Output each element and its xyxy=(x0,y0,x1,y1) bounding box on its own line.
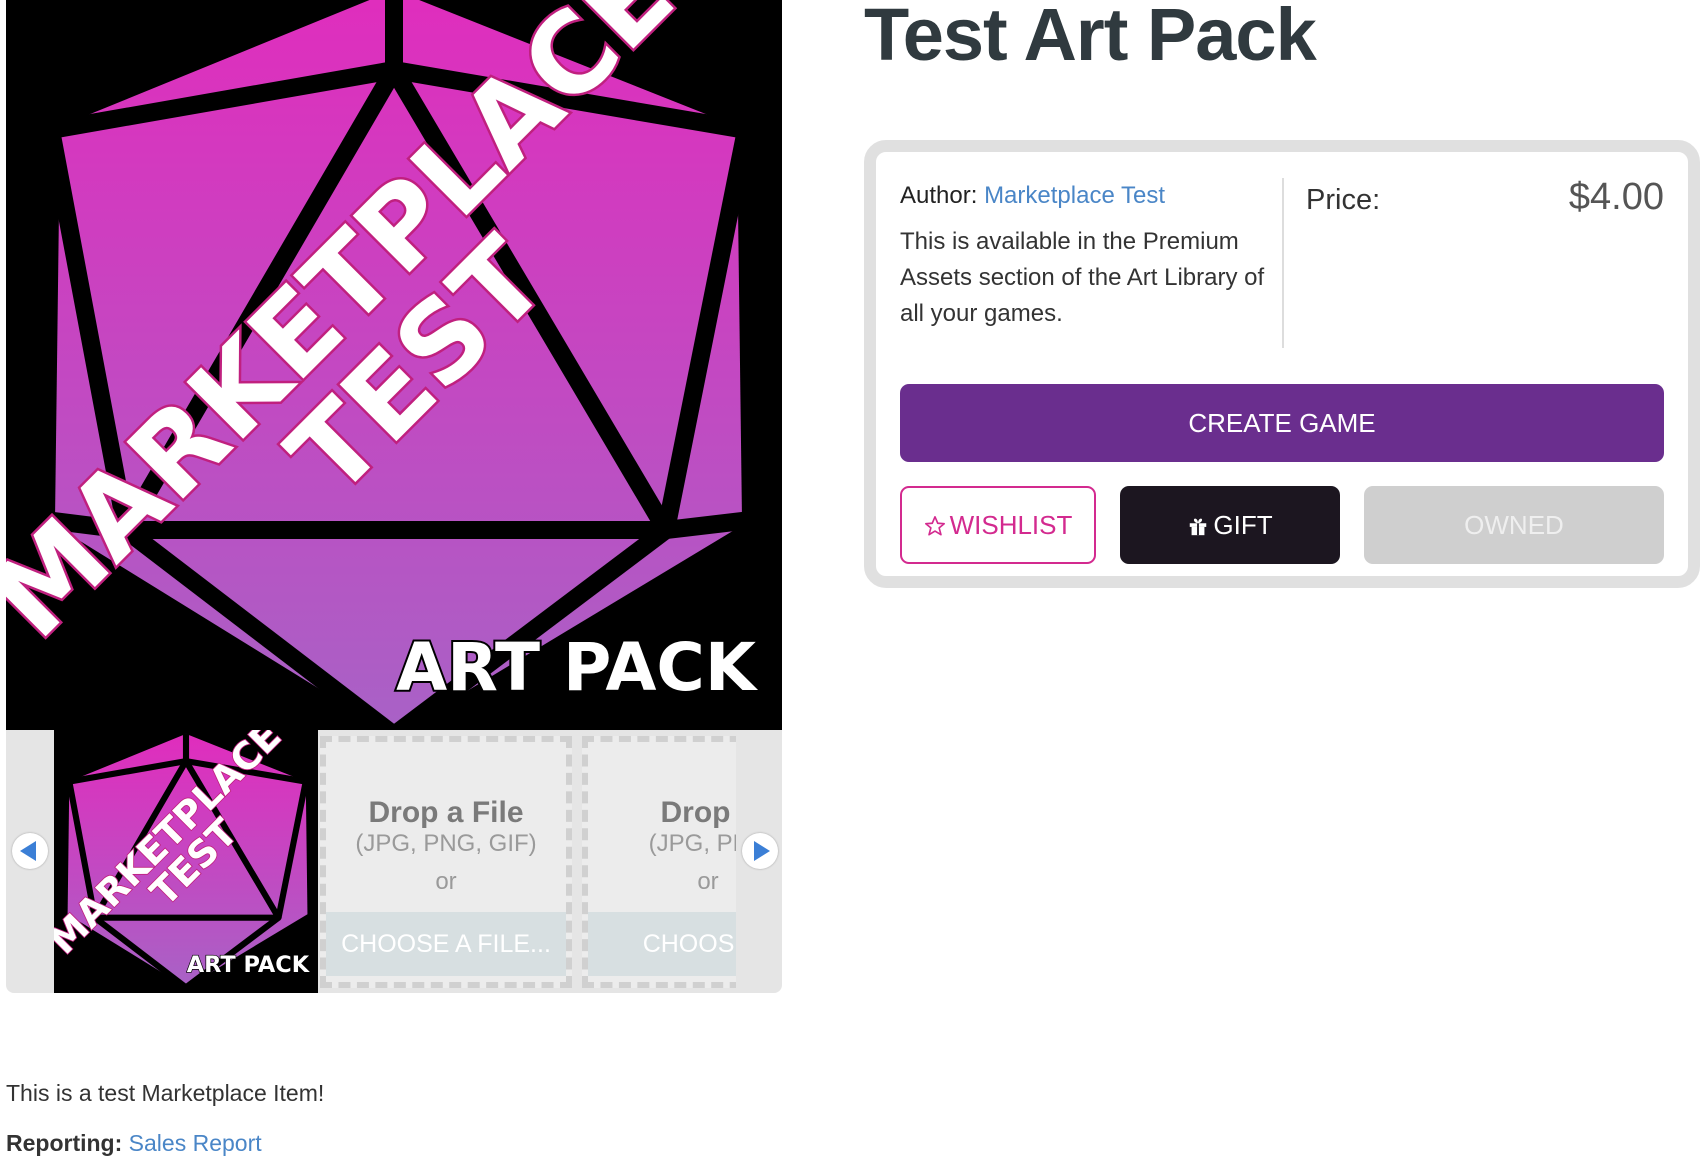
drop-zone-types: (JPG, PNG, GIF) xyxy=(355,830,537,857)
purchase-card: Author: Marketplace Test This is availab… xyxy=(864,140,1700,588)
owned-label: OWNED xyxy=(1464,510,1564,540)
drop-zone-types: (JPG, PNC xyxy=(648,830,736,857)
sales-report-link[interactable]: Sales Report xyxy=(129,1130,262,1156)
author-link[interactable]: Marketplace Test xyxy=(984,182,1165,209)
art-pack-thumbnail-artwork: MARKETPLACE TEST ART PACK xyxy=(54,730,318,990)
gift-button[interactable]: GIFT xyxy=(1120,486,1340,564)
image-carousel: MARKETPLACE TEST ART PACK Drop a File (J… xyxy=(6,730,782,993)
page-title: Test Art Pack xyxy=(864,0,1317,76)
availability-text: This is available in the Premium Assets … xyxy=(900,228,1265,327)
file-drop-zone-partial-clip: Drop a (JPG, PNC or CHOOSE A xyxy=(582,736,736,988)
product-info: Author: Marketplace Test This is availab… xyxy=(900,182,1270,332)
carousel-next-button[interactable] xyxy=(742,833,778,869)
file-drop-zone[interactable]: Drop a File (JPG, PNG, GIF) or CHOOSE A … xyxy=(320,736,572,988)
choose-file-button[interactable]: CHOOSE A FILE... xyxy=(326,912,566,976)
gift-label: GIFT xyxy=(1213,510,1273,540)
create-game-label: CREATE GAME xyxy=(1188,408,1376,438)
product-description: This is a test Marketplace Item! xyxy=(6,1080,325,1106)
drop-zone-or: or xyxy=(435,868,457,895)
author-label: Author: xyxy=(900,182,978,209)
art-pack-artwork: MARKETPLACE TEST ART PACK xyxy=(6,0,782,730)
carousel-prev-button[interactable] xyxy=(12,833,48,869)
price-value: $4.00 xyxy=(1568,176,1664,218)
drop-zone-or: or xyxy=(697,868,719,895)
author-line: Author: Marketplace Test xyxy=(900,182,1270,210)
wishlist-button[interactable]: WISHLIST xyxy=(900,486,1096,564)
drop-zone-title: Drop a File xyxy=(368,796,524,829)
owned-button[interactable]: OWNED xyxy=(1364,486,1664,564)
drop-zone-title: Drop a xyxy=(660,796,736,829)
info-divider xyxy=(1282,178,1284,348)
choose-file-button[interactable]: CHOOSE A xyxy=(588,912,736,976)
reporting-line: Reporting: Sales Report xyxy=(6,1130,262,1157)
main-product-image: MARKETPLACE TEST ART PACK xyxy=(6,0,782,730)
carousel-thumbnail[interactable]: MARKETPLACE TEST ART PACK xyxy=(54,730,318,993)
wishlist-label: WISHLIST xyxy=(949,510,1073,540)
thumb-text-art-pack: ART PACK xyxy=(187,952,311,978)
arrow-left-icon xyxy=(20,841,36,861)
create-game-button[interactable]: CREATE GAME xyxy=(900,384,1664,462)
star-outline-icon xyxy=(924,491,946,565)
file-drop-zone-partial[interactable]: Drop a (JPG, PNC or CHOOSE A xyxy=(582,736,736,988)
price-label: Price: xyxy=(1306,184,1381,216)
gift-icon xyxy=(1187,489,1209,567)
artwork-text-art-pack: ART PACK xyxy=(396,629,759,706)
reporting-label: Reporting: xyxy=(6,1130,123,1156)
arrow-right-icon xyxy=(754,841,770,861)
